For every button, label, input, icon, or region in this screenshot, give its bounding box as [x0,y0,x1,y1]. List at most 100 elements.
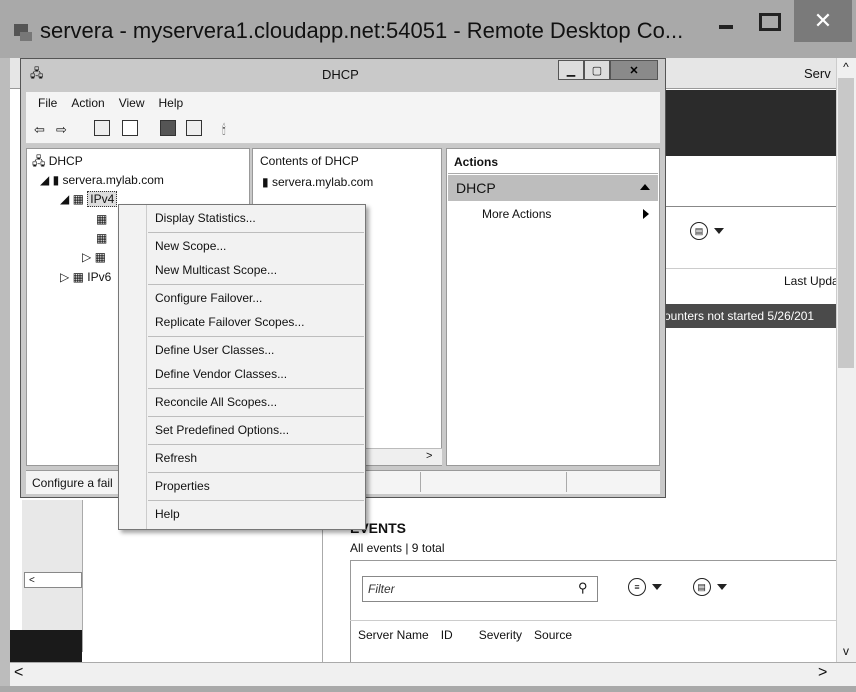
submenu-arrow-icon [643,209,649,219]
scroll-up-icon[interactable]: ^ [836,58,856,76]
dhcp-menu-bar: File Action View Help [26,92,660,114]
save-icon[interactable]: ▤ [692,578,711,596]
save-tasks-control[interactable]: ▤ [690,222,724,240]
ipv6-icon: ▦ [72,270,88,284]
expand-arrow-icon[interactable]: ▷ [60,270,73,284]
dhcp-close-button[interactable]: ✕ [610,60,658,80]
close-icon: ✕ [813,8,833,33]
rdp-window-title: servera - myservera1.cloudapp.net:54051 … [40,18,684,43]
events-column-headers: Server Name ID Severity Source [358,628,836,642]
column-header-severity[interactable]: Severity [479,628,522,642]
menu-item-configure-failover[interactable]: Configure Failover... [155,291,262,305]
dhcp-app-icon: 🖧 [30,66,44,80]
list-icon[interactable]: ≡ [628,578,646,596]
menu-separator [148,444,364,445]
remote-desktop-icon [14,24,32,41]
menu-view[interactable]: View [119,96,145,110]
tree-node-server[interactable]: ◢ ▮ servera.mylab.com [40,173,164,187]
tree-node-ipv6[interactable]: ▷ ▦ IPv6 [60,270,111,284]
server-icon: ▮ [52,173,63,187]
rdp-close-button[interactable]: ✕ [794,0,852,42]
ipv4-icon: ▦ [72,192,88,206]
menu-action[interactable]: Action [71,96,104,110]
menu-item-define-user-classes[interactable]: Define User Classes... [155,343,274,357]
status-text: Configure a fail [32,476,113,490]
scroll-down-icon[interactable]: v [836,642,856,660]
dhcp-icon: 🖧 [32,154,49,168]
menu-item-new-scope[interactable]: New Scope... [155,239,226,253]
scroll-right-icon[interactable]: > [426,450,432,462]
column-header-server-name[interactable]: Server Name [358,628,429,642]
chevron-down-icon [714,228,724,234]
dhcp-window-title: DHCP [322,67,359,82]
menu-item-properties[interactable]: Properties [155,479,210,493]
forward-icon[interactable]: ⇨ [56,122,67,138]
divider [660,268,836,269]
menu-separator [148,284,364,285]
rdp-maximize-button[interactable] [750,8,790,36]
menu-separator [148,472,364,473]
scroll-left-button[interactable]: < [24,572,82,588]
menu-file[interactable]: File [38,96,57,110]
more-actions-item[interactable]: More Actions [482,207,551,221]
menu-item-new-multicast-scope[interactable]: New Multicast Scope... [155,263,277,277]
collapse-icon[interactable] [640,184,650,190]
export-list-icon[interactable] [122,120,138,136]
dhcp-window-controls: ▁ ▢ ✕ [558,60,658,82]
help-icon[interactable] [160,120,176,136]
server-icon[interactable]: 🕯 [222,122,226,138]
server-manager-banner [640,90,836,156]
show-action-pane-icon[interactable] [186,120,202,136]
actions-section-dhcp[interactable]: DHCP [448,175,658,201]
dhcp-maximize-button[interactable]: ▢ [584,60,610,80]
chevron-down-icon[interactable] [652,584,662,590]
scroll-right-icon[interactable]: > [818,664,827,682]
column-header-source[interactable]: Source [534,628,572,642]
menu-item-reconcile-all-scopes[interactable]: Reconcile All Scopes... [155,395,277,409]
menu-item-help[interactable]: Help [155,507,180,521]
events-tools[interactable]: ≡ ▤ [628,578,727,596]
menu-separator [148,388,364,389]
tree-node-dhcp[interactable]: 🖧 DHCP [32,152,83,173]
expand-arrow-icon[interactable]: ◢ [60,192,73,206]
column-header-id[interactable]: ID [441,628,453,642]
horizontal-scrollbar[interactable] [10,662,856,687]
divider [350,620,836,621]
menu-item-replicate-failover-scopes[interactable]: Replicate Failover Scopes... [155,315,304,329]
table-row[interactable]: ounters not started 5/26/201 [660,304,840,328]
context-menu-gutter [146,205,147,529]
menu-item-display-statistics[interactable]: Display Statistics... [155,211,256,225]
events-subtitle: All events | 9 total [350,541,445,555]
maximize-icon [759,13,781,31]
tree-node-child[interactable]: ▷ ▦ [82,250,106,264]
minimize-icon [719,25,733,29]
actions-header: Actions [448,150,658,174]
menu-item-define-vendor-classes[interactable]: Define Vendor Classes... [155,367,287,381]
filter-input[interactable] [362,576,598,602]
menu-item-set-predefined-options[interactable]: Set Predefined Options... [155,423,289,437]
server-icon: ▮ [262,175,272,189]
search-icon[interactable]: ⚲ [578,580,588,596]
tree-node-child[interactable]: ▦ [96,231,107,245]
expand-arrow-icon[interactable]: ◢ [40,173,53,187]
menu-help[interactable]: Help [159,96,184,110]
show-hide-tree-icon[interactable] [94,120,110,136]
contents-item-server[interactable]: ▮ servera.mylab.com [262,175,373,189]
filter-placeholder: Filter [368,582,395,596]
dhcp-minimize-button[interactable]: ▁ [558,60,584,80]
scroll-left-icon[interactable]: < [14,664,23,682]
tree-node-child[interactable]: ▦ [96,212,107,226]
scrollbar-thumb[interactable] [838,78,854,368]
tree-node-ipv4[interactable]: ◢ ▦ IPv4 [60,191,118,207]
back-icon[interactable]: ⇦ [34,122,45,138]
contents-header[interactable]: Contents of DHCP [260,154,359,168]
menu-separator [148,416,364,417]
menu-separator [148,336,364,337]
rdp-minimize-button[interactable] [706,8,746,36]
menu-item-refresh[interactable]: Refresh [155,451,197,465]
menu-separator [148,232,364,233]
window-border [0,686,856,692]
chevron-down-icon[interactable] [716,584,727,590]
column-header-last-updated[interactable]: Last Upda [784,274,839,288]
save-icon: ▤ [690,222,708,240]
